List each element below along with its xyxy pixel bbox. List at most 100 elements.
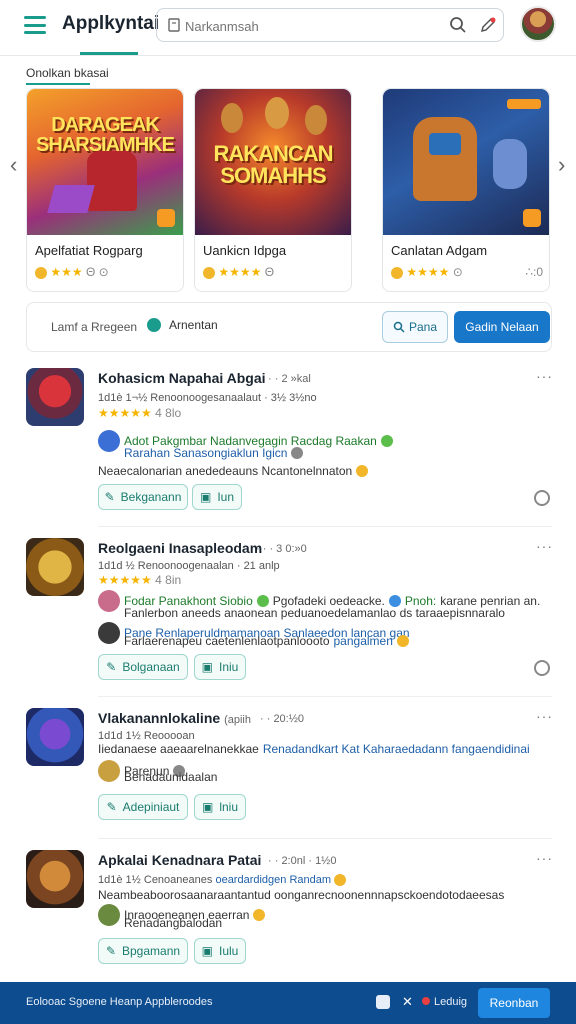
character-figure [221,103,243,133]
age-rating-badge-icon [157,209,175,227]
more-options-icon[interactable]: ··· [536,850,553,866]
filter-label[interactable]: Lamf a Rregeen [51,320,137,334]
outline-button[interactable]: Pana [382,311,448,343]
footer-label[interactable]: Leduig [434,996,467,1008]
search-bar[interactable] [156,8,504,42]
post-time: · · 2:0nl · 1½0 [268,855,337,867]
user-avatar[interactable] [520,6,556,42]
search-input[interactable] [185,15,435,37]
robot-visor [429,133,461,155]
action-button-primary[interactable]: ✎ Bekganann [98,484,188,510]
card-rating: ★★★ Θ ⊙ [35,265,109,279]
check-circle-icon [147,318,161,332]
divider [98,526,552,527]
post-stars: ★★★★★ 4 8lo [98,406,182,420]
action-button-primary[interactable]: ✎ Bpgamann [98,938,188,964]
post-thumbnail[interactable] [26,538,84,596]
hamburger-menu-icon[interactable] [24,16,46,34]
post-thumbnail[interactable] [26,850,84,908]
card-title: Canlatan Adgam [391,243,488,258]
emoji-icon [291,447,304,459]
share-icon[interactable]: ✕ [402,995,416,1009]
comment-row: Neambeaboorosaanaraantantud oonganrecnoo… [98,888,505,902]
chest-item [47,185,95,213]
divider [98,696,552,697]
carousel-prev-icon[interactable]: ‹ [10,152,17,178]
post-title[interactable]: Kohasicm Napahai Abgai [98,370,266,386]
post-meta: 1d1è 1¬½ Renoonoogesanaalaut · 3½ 3½no [98,392,317,404]
featured-card[interactable]: Canlatan Adgam ★★★★ ⊙ ∴:0 [382,88,550,292]
post-thumbnail[interactable] [26,708,84,766]
post-title[interactable]: Vlakanannlokaline (apiih [98,710,251,726]
filter-bar: Lamf a Rregeen Arnentan Pana Gadin Nelaa… [26,302,552,352]
card-rating: ★★★★ Θ [203,265,274,279]
pencil-icon: ✎ [106,660,117,674]
emoji-icon [356,465,369,477]
reaction-icon[interactable] [534,660,550,676]
post-title[interactable]: Reolgaeni Inasapleodam [98,540,262,556]
more-options-icon[interactable]: ··· [536,538,553,554]
post-title[interactable]: Apkalai Kenadnara Patai [98,852,261,868]
post-meta: 1d1d ½ Renoonoogenaalan · 21 anlp [98,560,280,572]
footer-links[interactable]: Eolooac Sgoene Heanp Appbleroodes [26,996,213,1008]
post-meta: 1d1d 1½ Reooooan [98,730,195,742]
game-artwork [383,89,549,235]
comment-row: Fanlerbon aneeds anaonean peduanoedelama… [124,606,505,620]
action-button-secondary[interactable]: ▣ Iulu [194,938,246,964]
brand-underline [80,52,138,55]
emoji-icon [253,909,266,921]
robot-figure [413,117,477,201]
reaction-icon[interactable] [534,490,550,506]
more-options-icon[interactable]: ··· [536,368,553,384]
post-time: · · 20:½0 [260,713,305,725]
notification-icon[interactable] [376,995,390,1009]
artwork-title-text: RAKANCAN SOMAHHS [213,141,333,188]
character-figure [493,139,527,189]
comment-row: Renadangbalodan [124,916,223,930]
primary-button[interactable]: Gadin Nelaan [454,311,550,343]
action-button-primary[interactable]: ✎ Adepiniaut [98,794,188,820]
comment-row: Benadaunidaalan [124,770,218,784]
featured-section-title: Onolkan bkasai [26,66,109,80]
alert-dot-icon [422,997,430,1005]
search-icon[interactable] [449,16,467,34]
character-figure [265,97,289,129]
post-thumbnail[interactable] [26,368,84,426]
bottom-bar: Eolooac Sgoene Heanp Appbleroodes ✕ Ledu… [0,982,576,1024]
box-icon: ▣ [201,944,213,958]
featured-card[interactable]: DARAGEAK SHARSIAMHKE Apelfatiat Rogparg … [26,88,184,292]
post-time: · · · 3 0:»0 [256,543,307,555]
edit-icon[interactable] [479,16,497,34]
footer-action-button[interactable]: Reonban [478,988,550,1018]
pencil-icon: ✎ [105,944,116,958]
card-rating: ★★★★ ⊙ ∴:0 [391,265,543,279]
emoji-icon [391,266,403,279]
post-stars: ★★★★★ 4 8in [98,573,182,587]
divider [98,838,552,839]
featured-title-underline [26,83,90,85]
age-rating-badge-icon [523,209,541,227]
filter-selected[interactable]: Arnentan [147,318,218,332]
info-icon: ⊙ [452,265,463,279]
action-button-secondary[interactable]: ▣ lniu [194,794,246,820]
box-icon: ▣ [199,490,212,504]
emoji-icon [380,435,393,447]
pencil-icon: ✎ [104,490,115,504]
emoji-icon [35,266,47,279]
action-button-secondary[interactable]: ▣ Iun [192,484,242,510]
search-icon [393,321,405,333]
carousel-next-icon[interactable]: › [558,152,565,178]
tag-icon [507,99,541,109]
action-button-secondary[interactable]: ▣ Iniu [194,654,246,680]
featured-card[interactable]: RAKANCAN SOMAHHS Uankicn Idpga ★★★★ Θ [194,88,352,292]
comment-row: Iiedanaese aaeaarelnanekkae Renadandkart… [98,742,530,756]
more-options-icon[interactable]: ··· [536,708,553,724]
card-title: Apelfatiat Rogparg [35,243,143,258]
pencil-icon: ✎ [106,800,117,814]
box-icon: ▣ [201,800,214,814]
box-icon: ▣ [201,660,213,674]
emoji-icon [334,874,347,887]
action-button-primary[interactable]: ✎ Bolganaan [98,654,188,680]
post-meta: 1d1è 1½ Cenoaneanes oeardardidgen Randam [98,874,347,887]
game-artwork: RAKANCAN SOMAHHS [195,89,351,235]
